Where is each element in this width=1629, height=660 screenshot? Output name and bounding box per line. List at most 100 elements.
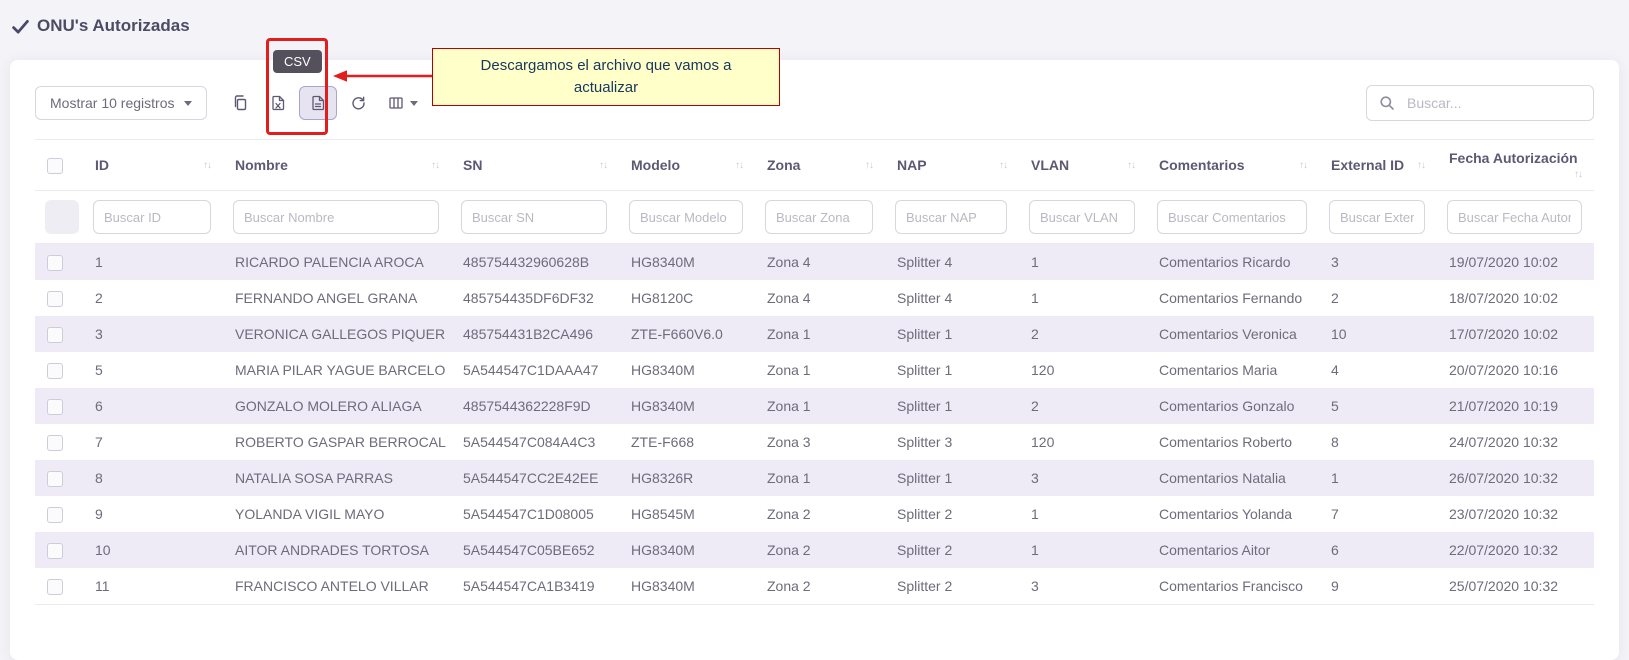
row-checkbox[interactable] (47, 471, 63, 487)
row-checkbox[interactable] (47, 363, 63, 379)
column-label: VLAN (1031, 157, 1069, 173)
filter-input-nombre[interactable] (233, 200, 439, 234)
sort-icon[interactable]: ↑↓ (599, 160, 607, 171)
search-input[interactable] (1405, 94, 1581, 112)
sort-icon[interactable]: ↑↓ (1417, 160, 1425, 171)
column-header-nap[interactable]: NAP↑↓ (885, 140, 1019, 191)
filter-blank-cell (35, 191, 83, 244)
excel-button[interactable] (259, 86, 297, 120)
data-table: ID↑↓Nombre↑↓SN↑↓Modelo↑↓Zona↑↓NAP↑↓VLAN↑… (35, 139, 1594, 605)
copy-button[interactable] (221, 86, 259, 120)
cell-vlan: 1 (1019, 496, 1147, 532)
column-header-zona[interactable]: Zona↑↓ (755, 140, 885, 191)
cell-sn: 5A544547CA1B3419 (451, 568, 619, 605)
column-visibility-button[interactable] (377, 86, 429, 120)
cell-id: 5 (83, 352, 223, 388)
sort-icon[interactable]: ↑↓ (431, 160, 439, 171)
filter-cell (451, 191, 619, 244)
cell-fecha-autorizaci-n: 18/07/2020 10:02 (1437, 280, 1594, 316)
cell-zona: Zona 1 (755, 460, 885, 496)
cell-sn: 5A544547C084A4C3 (451, 424, 619, 460)
column-header-sn[interactable]: SN ↑↓ (451, 140, 619, 191)
cell-comentarios: Comentarios Veronica (1147, 316, 1319, 352)
select-all-checkbox[interactable] (47, 158, 63, 174)
column-header-fecha-autorizaci-n[interactable]: Fecha Autorización ↑↓ (1437, 140, 1594, 191)
column-header-id[interactable]: ID↑↓ (83, 140, 223, 191)
cell-nombre: VERONICA GALLEGOS PIQUER (223, 316, 451, 352)
filter-input-sn[interactable] (461, 200, 607, 234)
filter-input-nap[interactable] (895, 200, 1007, 234)
cell-zona: Zona 1 (755, 316, 885, 352)
row-checkbox-cell (35, 568, 83, 605)
column-header-external-id[interactable]: External ID↑↓ (1319, 140, 1437, 191)
filter-input-comentarios[interactable] (1157, 200, 1307, 234)
filter-input-vlan[interactable] (1029, 200, 1135, 234)
filter-input-modelo[interactable] (629, 200, 743, 234)
sort-icon[interactable]: ↑↓ (999, 160, 1007, 171)
filter-cell (619, 191, 755, 244)
cell-external-id: 5 (1319, 388, 1437, 424)
cell-nap: Splitter 3 (885, 424, 1019, 460)
chevron-down-icon (410, 101, 418, 106)
column-header-comentarios[interactable]: Comentarios↑↓ (1147, 140, 1319, 191)
sort-icon[interactable]: ↑↓ (203, 160, 211, 171)
cell-nombre: FRANCISCO ANTELO VILLAR (223, 568, 451, 605)
show-entries-dropdown[interactable]: Mostrar 10 registros (35, 86, 207, 120)
sort-icon[interactable]: ↑↓ (1127, 160, 1135, 171)
table-row: 7ROBERTO GASPAR BERROCAL5A544547C084A4C3… (35, 424, 1594, 460)
column-header-vlan[interactable]: VLAN ↑↓ (1019, 140, 1147, 191)
filter-input-fecha-autorizaci-n[interactable] (1447, 200, 1582, 234)
annotation-callout: Descargamos el archivo que vamos a actua… (432, 48, 780, 106)
cell-modelo: ZTE-F660V6.0 (619, 316, 755, 352)
row-checkbox[interactable] (47, 507, 63, 523)
table-row: 10AITOR ANDRADES TORTOSA5A544547C05BE652… (35, 532, 1594, 568)
column-header-modelo[interactable]: Modelo↑↓ (619, 140, 755, 191)
table-row: 1RICARDO PALENCIA AROCA485754432960628BH… (35, 244, 1594, 281)
select-all-header (35, 140, 83, 191)
filter-input-external-id[interactable] (1329, 200, 1425, 234)
cell-comentarios: Comentarios Natalia (1147, 460, 1319, 496)
check-icon (12, 18, 29, 35)
csv-file-icon (310, 95, 326, 111)
filter-row (35, 191, 1594, 244)
cell-modelo: HG8340M (619, 532, 755, 568)
row-checkbox[interactable] (47, 327, 63, 343)
cell-external-id: 1 (1319, 460, 1437, 496)
cell-nombre: AITOR ANDRADES TORTOSA (223, 532, 451, 568)
cell-modelo: HG8340M (619, 352, 755, 388)
search-box[interactable] (1366, 85, 1594, 121)
row-checkbox[interactable] (47, 435, 63, 451)
column-header-nombre[interactable]: Nombre ↑↓ (223, 140, 451, 191)
column-label: SN (463, 157, 482, 173)
column-label: Fecha Autorización (1449, 150, 1578, 166)
cell-zona: Zona 2 (755, 496, 885, 532)
row-checkbox[interactable] (47, 399, 63, 415)
column-label: Nombre (235, 157, 288, 173)
copy-icon (232, 95, 248, 111)
page-title: ONU's Autorizadas (12, 16, 190, 36)
row-checkbox[interactable] (47, 579, 63, 595)
row-checkbox[interactable] (47, 543, 63, 559)
row-checkbox[interactable] (47, 255, 63, 271)
cell-id: 1 (83, 244, 223, 281)
cell-nap: Splitter 2 (885, 496, 1019, 532)
refresh-button[interactable] (339, 86, 377, 120)
cell-fecha-autorizaci-n: 22/07/2020 10:32 (1437, 532, 1594, 568)
csv-button[interactable] (299, 86, 337, 120)
filter-input-zona[interactable] (765, 200, 873, 234)
cell-modelo: HG8340M (619, 388, 755, 424)
cell-vlan: 120 (1019, 352, 1147, 388)
row-checkbox-cell (35, 388, 83, 424)
chevron-down-icon (184, 101, 192, 106)
filter-cell (755, 191, 885, 244)
cell-id: 3 (83, 316, 223, 352)
filter-input-id[interactable] (93, 200, 211, 234)
sort-icon[interactable]: ↑↓ (865, 160, 873, 171)
cell-zona: Zona 1 (755, 352, 885, 388)
sort-icon[interactable]: ↑↓ (735, 160, 743, 171)
page-title-text: ONU's Autorizadas (37, 16, 190, 36)
sort-icon[interactable]: ↑↓ (1574, 169, 1582, 180)
row-checkbox[interactable] (47, 291, 63, 307)
cell-nombre: RICARDO PALENCIA AROCA (223, 244, 451, 281)
sort-icon[interactable]: ↑↓ (1299, 160, 1307, 171)
